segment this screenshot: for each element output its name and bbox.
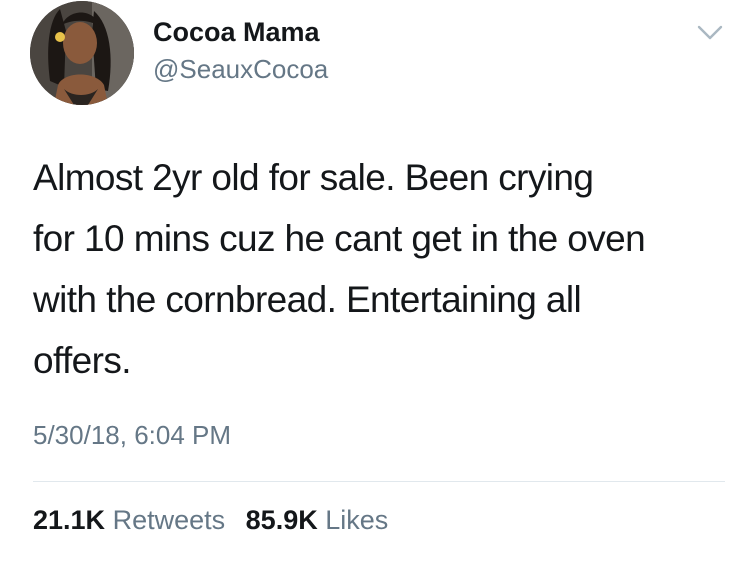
retweets-stat[interactable]: 21.1K Retweets: [33, 505, 225, 535]
tweet-text-line: offers.: [33, 340, 132, 381]
retweets-label: Retweets: [112, 505, 226, 535]
avatar-photo-icon: [30, 1, 134, 105]
timestamp[interactable]: 5/30/18, 6:04 PM: [33, 420, 231, 451]
retweets-count: 21.1K: [33, 505, 106, 535]
divider: [33, 481, 725, 482]
chevron-down-icon[interactable]: [697, 24, 723, 42]
tweet-text: Almost 2yr old for sale. Been crying for…: [33, 147, 733, 391]
tweet-text-line: for 10 mins cuz he cant get in the oven: [33, 218, 646, 259]
likes-stat[interactable]: 85.9K Likes: [246, 505, 389, 535]
avatar[interactable]: [30, 1, 134, 105]
user-handle[interactable]: @SeauxCocoa: [153, 54, 328, 85]
likes-count: 85.9K: [245, 505, 318, 535]
tweet-card: Cocoa Mama @SeauxCocoa Almost 2yr old fo…: [0, 0, 750, 563]
engagement-stats: 21.1K Retweets 85.9K Likes: [33, 505, 401, 536]
tweet-text-line: with the cornbread. Entertaining all: [33, 279, 582, 320]
display-name[interactable]: Cocoa Mama: [153, 17, 320, 48]
likes-label: Likes: [325, 505, 389, 535]
tweet-text-line: Almost 2yr old for sale. Been crying: [33, 157, 594, 198]
